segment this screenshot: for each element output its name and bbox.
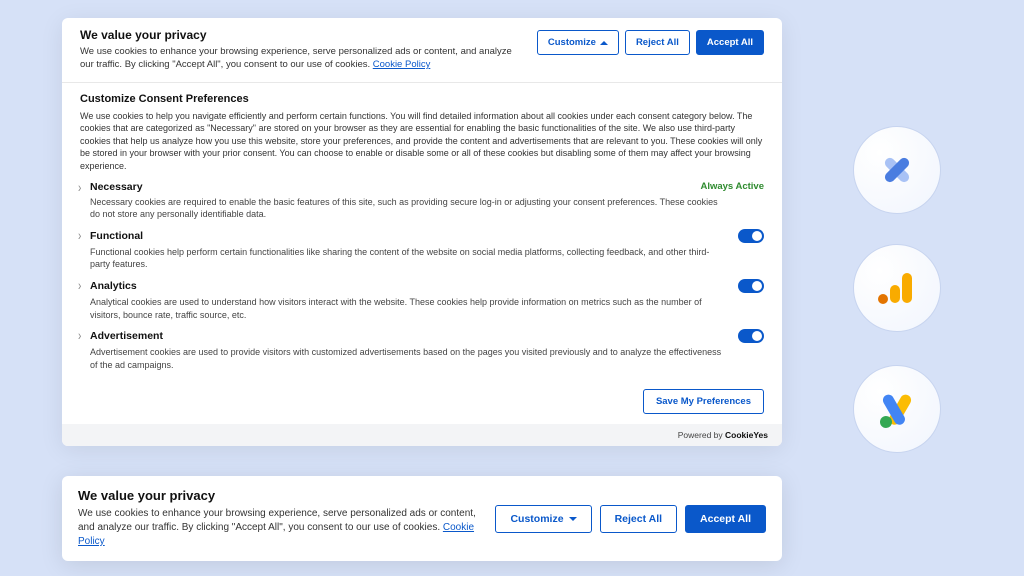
customize-bar-label: Customize bbox=[510, 513, 563, 525]
consent-desc-text: We use cookies to enhance your browsing … bbox=[80, 46, 512, 70]
consent-bar-buttons: Customize Reject All Accept All bbox=[495, 505, 766, 533]
category-analytics-name[interactable]: Analytics bbox=[90, 280, 137, 292]
category-functional-name[interactable]: Functional bbox=[90, 230, 143, 242]
save-preferences-button[interactable]: Save My Preferences bbox=[643, 389, 764, 414]
save-row: Save My Preferences bbox=[62, 385, 782, 424]
category-advertisement: › Advertisement Advertisement cookies ar… bbox=[80, 329, 764, 371]
chevron-right-icon[interactable]: › bbox=[78, 229, 81, 244]
customize-button-bar[interactable]: Customize bbox=[495, 505, 591, 533]
customize-title: Customize Consent Preferences bbox=[80, 93, 764, 105]
chevron-up-icon bbox=[600, 41, 608, 45]
powered-prefix: Powered by bbox=[678, 430, 725, 440]
category-necessary-head: Necessary Always Active bbox=[90, 181, 764, 193]
powered-by: Powered by CookieYes bbox=[62, 424, 782, 446]
accept-all-button[interactable]: Accept All bbox=[696, 30, 764, 55]
consent-bar-text: We value your privacy We use cookies to … bbox=[78, 488, 481, 549]
google-ads-icon bbox=[870, 382, 924, 436]
category-advertisement-head: Advertisement bbox=[90, 329, 764, 343]
always-active-badge: Always Active bbox=[700, 181, 764, 192]
brand-bubble-gads bbox=[853, 365, 941, 453]
consent-bar-title: We value your privacy bbox=[78, 488, 481, 503]
google-tag-manager-icon bbox=[872, 145, 922, 195]
reject-all-button[interactable]: Reject All bbox=[625, 30, 690, 55]
consent-header: We value your privacy We use cookies to … bbox=[62, 18, 782, 83]
category-analytics: › Analytics Analytical cookies are used … bbox=[80, 279, 764, 321]
category-functional-head: Functional bbox=[90, 229, 764, 243]
chevron-right-icon[interactable]: › bbox=[78, 329, 81, 344]
category-necessary: › Necessary Always Active Necessary cook… bbox=[80, 181, 764, 221]
consent-panel-expanded: We value your privacy We use cookies to … bbox=[62, 18, 782, 446]
category-analytics-desc: Analytical cookies are used to understan… bbox=[90, 296, 764, 321]
google-analytics-icon bbox=[872, 263, 922, 313]
chevron-right-icon[interactable]: › bbox=[78, 279, 81, 294]
accept-all-button-bar[interactable]: Accept All bbox=[685, 505, 766, 533]
powered-brand: CookieYes bbox=[725, 430, 768, 440]
consent-bar-description: We use cookies to enhance your browsing … bbox=[78, 507, 481, 549]
consent-header-buttons: Customize Reject All Accept All bbox=[537, 30, 764, 55]
consent-bar-desc-text: We use cookies to enhance your browsing … bbox=[78, 508, 476, 533]
cookie-policy-link[interactable]: Cookie Policy bbox=[373, 59, 431, 70]
consent-description: We use cookies to enhance your browsing … bbox=[80, 46, 523, 72]
category-functional-toggle-wrap bbox=[738, 229, 764, 243]
consent-header-text: We value your privacy We use cookies to … bbox=[80, 28, 523, 72]
category-advertisement-name[interactable]: Advertisement bbox=[90, 330, 163, 342]
consent-title: We value your privacy bbox=[80, 28, 523, 42]
chevron-right-icon[interactable]: › bbox=[78, 180, 81, 195]
category-functional: › Functional Functional cookies help per… bbox=[80, 229, 764, 271]
brand-bubble-ga bbox=[853, 244, 941, 332]
category-advertisement-toggle-wrap bbox=[738, 329, 764, 343]
category-analytics-head: Analytics bbox=[90, 279, 764, 293]
category-functional-desc: Functional cookies help perform certain … bbox=[90, 246, 764, 271]
category-advertisement-desc: Advertisement cookies are used to provid… bbox=[90, 346, 764, 371]
reject-all-button-bar[interactable]: Reject All bbox=[600, 505, 677, 533]
consent-bar-collapsed: We value your privacy We use cookies to … bbox=[62, 476, 782, 561]
analytics-toggle[interactable] bbox=[738, 279, 764, 293]
customize-button[interactable]: Customize bbox=[537, 30, 619, 55]
category-necessary-desc: Necessary cookies are required to enable… bbox=[90, 196, 764, 221]
advertisement-toggle[interactable] bbox=[738, 329, 764, 343]
brand-bubble-gtm bbox=[853, 126, 941, 214]
customize-body: Customize Consent Preferences We use coo… bbox=[62, 83, 782, 386]
category-analytics-toggle-wrap bbox=[738, 279, 764, 293]
customize-description: We use cookies to help you navigate effi… bbox=[80, 110, 764, 173]
functional-toggle[interactable] bbox=[738, 229, 764, 243]
chevron-down-icon bbox=[569, 517, 577, 521]
customize-label: Customize bbox=[548, 37, 596, 48]
category-necessary-name[interactable]: Necessary bbox=[90, 181, 143, 193]
